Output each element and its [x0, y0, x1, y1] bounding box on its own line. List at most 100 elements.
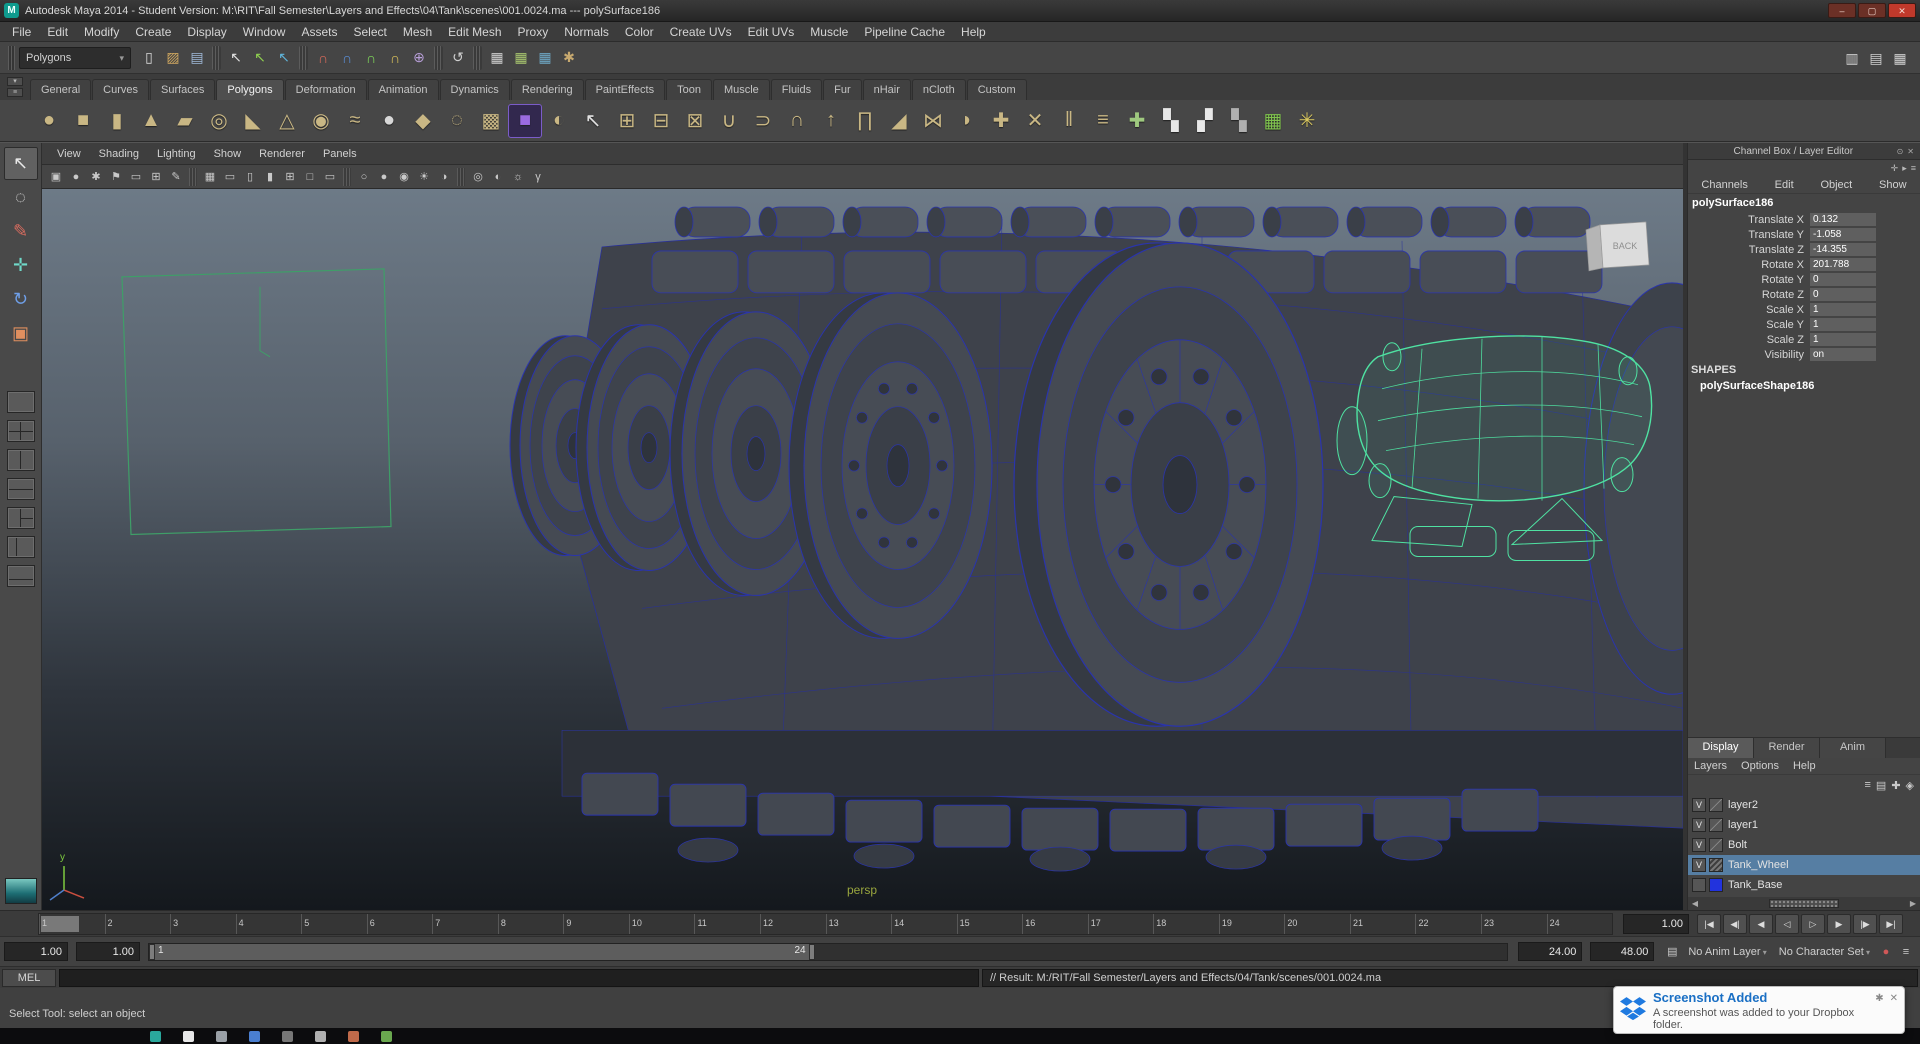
panel-separator[interactable]: [189, 167, 197, 186]
shelf-tab[interactable]: Fur: [823, 79, 862, 100]
select-tool[interactable]: ↖: [3, 147, 38, 180]
scale-tool[interactable]: ▣: [4, 317, 38, 350]
smooth-proxy-icon[interactable]: ■: [508, 103, 542, 138]
animation-end-field[interactable]: 48.00: [1590, 942, 1655, 961]
uv-checker-c-icon[interactable]: ▚: [1222, 104, 1256, 138]
viewport[interactable]: BACK y persp: [42, 189, 1683, 910]
shelf-tab[interactable]: Dynamics: [439, 79, 510, 100]
two-pane-side-layout[interactable]: [6, 449, 35, 471]
layer-editor-tab[interactable]: Display: [1688, 738, 1754, 758]
panel-menu-item[interactable]: Shading: [90, 148, 148, 160]
channel-box-header[interactable]: Channel Box / Layer Editor ⊙ ✕: [1688, 143, 1920, 160]
shape-node-name[interactable]: polySurfaceShape186: [1688, 378, 1920, 394]
poly-pyramid-icon[interactable]: △: [270, 104, 304, 138]
render-view-icon[interactable]: ▦: [485, 46, 509, 70]
four-pane-layout[interactable]: [6, 420, 35, 442]
construction-history-icon[interactable]: ↺: [446, 46, 470, 70]
taskbar-app-icon[interactable]: [216, 1030, 227, 1042]
textured-mode-icon[interactable]: ◉: [394, 167, 414, 186]
layer-row[interactable]: V Bolt: [1688, 835, 1920, 855]
layout-preview-thumbnail[interactable]: [4, 878, 37, 904]
empty-layer-icon[interactable]: ▤: [1876, 779, 1886, 792]
close-icon[interactable]: ✕: [1905, 147, 1916, 156]
taskbar-app-icon[interactable]: [150, 1030, 161, 1042]
combine-icon[interactable]: ⊞: [610, 104, 644, 138]
select-by-hierarchy-icon[interactable]: ↖: [224, 46, 248, 70]
insert-edge-loop-icon[interactable]: ‖: [1052, 104, 1086, 138]
poly-helix-icon[interactable]: ≈: [338, 104, 372, 138]
layer-editor-tab[interactable]: Render: [1754, 738, 1820, 758]
scrollbar-handle[interactable]: [1769, 899, 1839, 908]
menu-set-dropdown[interactable]: Polygons: [19, 46, 131, 69]
layer-editor-menu-item[interactable]: Help: [1793, 760, 1816, 772]
maximize-button[interactable]: ▢: [1858, 3, 1886, 18]
range-start-handle[interactable]: [149, 943, 155, 960]
show-channel-box-icon[interactable]: ▥: [1840, 46, 1864, 70]
channel-box-menu-item[interactable]: Show: [1879, 179, 1907, 191]
mirror-geometry-icon[interactable]: ⋈: [916, 104, 950, 138]
close-button[interactable]: ✕: [1888, 3, 1916, 18]
range-end-handle[interactable]: [808, 943, 815, 960]
shelf-tab[interactable]: nHair: [862, 79, 911, 100]
range-slider[interactable]: 1 24: [148, 942, 1509, 961]
field-chart-icon[interactable]: ⊞: [280, 167, 300, 186]
menu-item[interactable]: Help: [953, 22, 994, 42]
menu-item[interactable]: Window: [235, 22, 294, 42]
minimize-button[interactable]: –: [1828, 3, 1856, 18]
panel-menu-item[interactable]: View: [48, 148, 90, 160]
notification-options-icon[interactable]: ✱: [1875, 993, 1883, 1004]
persp-graph-layout[interactable]: [6, 565, 35, 587]
step-forward-frame-button[interactable]: |▶: [1853, 913, 1877, 934]
poly-platonic-icon[interactable]: ◆: [406, 104, 440, 138]
anim-layer-menu[interactable]: No Anim Layer: [1688, 946, 1766, 958]
shelf-tab[interactable]: Fluids: [770, 79, 823, 100]
menu-item[interactable]: Edit Mesh: [440, 22, 509, 42]
snap-to-curve-icon[interactable]: ∩: [335, 46, 359, 70]
poly-cylinder-icon[interactable]: ▮: [100, 104, 134, 138]
lasso-tool[interactable]: ◌: [4, 181, 38, 214]
poly-sphere-icon[interactable]: ●: [32, 104, 66, 138]
save-scene-icon[interactable]: ▤: [185, 46, 209, 70]
smooth-shade-mode-icon[interactable]: ●: [374, 167, 394, 186]
channel-attribute-value[interactable]: -1.058: [1810, 228, 1876, 241]
dropbox-notification[interactable]: Screenshot Added A screenshot was added …: [1613, 986, 1905, 1034]
layer-scrollbar[interactable]: ◀ ▶: [1688, 897, 1920, 910]
layer-color-swatch[interactable]: [1709, 838, 1723, 852]
poly-prism-icon[interactable]: ◣: [236, 104, 270, 138]
taskbar-app-icon[interactable]: [282, 1030, 293, 1042]
shelf-select-icon[interactable]: ↖: [576, 104, 610, 138]
boolean-difference-icon[interactable]: ⊃: [746, 104, 780, 138]
exposure-icon[interactable]: ☼: [508, 167, 528, 186]
menu-item[interactable]: Assets: [293, 22, 345, 42]
outliner-persp-layout[interactable]: [6, 536, 35, 558]
channel-attribute-value[interactable]: 0.132: [1810, 213, 1876, 226]
channel-box-menu-item[interactable]: Channels: [1701, 179, 1747, 191]
shelf-tab[interactable]: PaintEffects: [584, 79, 666, 100]
layer-row[interactable]: V layer2: [1688, 795, 1920, 815]
go-to-start-button[interactable]: |◀: [1697, 913, 1721, 934]
uv-grid-icon[interactable]: ▦: [1256, 104, 1290, 138]
move-tool[interactable]: ✛: [4, 249, 38, 282]
scroll-right-icon[interactable]: ▶: [1906, 899, 1920, 908]
hyperbolic-icon[interactable]: ≡: [1911, 163, 1916, 173]
panel-separator[interactable]: [343, 167, 351, 186]
layer-visibility-toggle[interactable]: V: [1692, 858, 1706, 872]
menu-item[interactable]: Normals: [556, 22, 617, 42]
snap-to-grid-icon[interactable]: ∩: [311, 46, 335, 70]
subdiv-proxy-icon[interactable]: ▩: [474, 104, 508, 138]
x-ray-icon[interactable]: ◐: [488, 167, 508, 186]
open-scene-icon[interactable]: ▨: [161, 46, 185, 70]
gate-mask-icon[interactable]: ▮: [260, 167, 280, 186]
menu-item[interactable]: Display: [179, 22, 234, 42]
shelf-tab[interactable]: nCloth: [911, 79, 966, 100]
go-to-end-button[interactable]: ▶|: [1879, 913, 1903, 934]
layer-row[interactable]: Tank_Base: [1688, 875, 1920, 895]
render-current-frame-icon[interactable]: ▦: [509, 46, 533, 70]
speed-icon[interactable]: ▸: [1902, 163, 1907, 174]
image-plane-icon[interactable]: ▭: [126, 167, 146, 186]
ipr-render-icon[interactable]: ▦: [533, 46, 557, 70]
bookmark-icon[interactable]: ⚑: [106, 167, 126, 186]
play-forwards-button[interactable]: ▷: [1801, 913, 1825, 934]
wedge-icon[interactable]: ◗: [950, 104, 984, 138]
shelf-tab[interactable]: Deformation: [284, 79, 367, 100]
